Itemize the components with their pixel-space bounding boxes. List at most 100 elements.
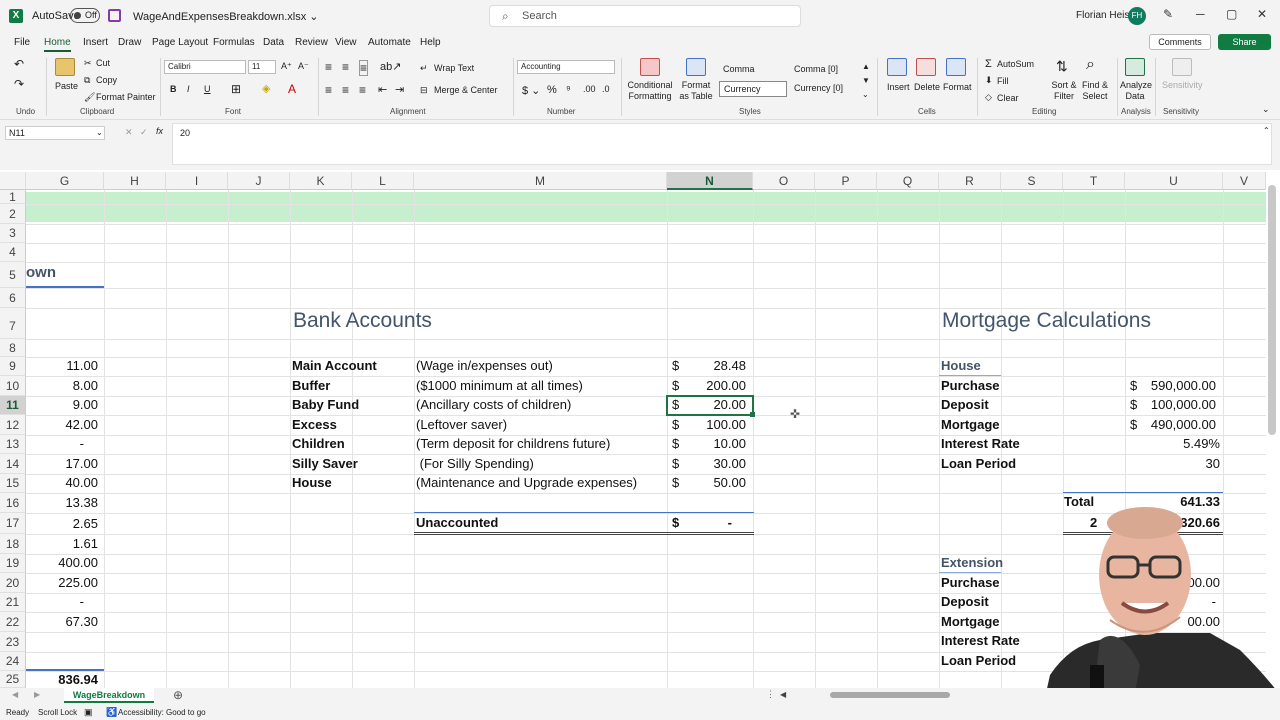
decrease-indent-icon[interactable]: ⇤ <box>378 83 387 96</box>
account-description[interactable]: (Wage in/expenses out) <box>416 357 553 375</box>
mortgage-value[interactable]: 590,000.00 <box>1136 377 1216 395</box>
name-box-dropdown-icon[interactable]: ⌄ <box>96 128 103 137</box>
row-header[interactable]: 2 <box>0 204 26 224</box>
restore-icon[interactable]: ▢ <box>1226 7 1237 21</box>
account-amount[interactable]: 50.00 <box>686 474 746 492</box>
value-cell[interactable]: 225.00 <box>26 574 98 592</box>
account-description[interactable]: (Maintenance and Upgrade expenses) <box>416 474 637 492</box>
value-cell[interactable]: - <box>26 593 84 611</box>
row-header[interactable]: 3 <box>0 224 26 243</box>
row-header[interactable]: 25 <box>0 671 26 688</box>
row-header[interactable]: 19 <box>0 554 26 573</box>
align-right-icon[interactable]: ≡ <box>359 83 366 97</box>
mortgage-value[interactable]: 5.49% <box>1136 435 1220 453</box>
style-comma0[interactable]: Comma [0] <box>790 62 860 78</box>
column-header[interactable]: U <box>1125 172 1223 190</box>
account-amount-selected[interactable]: 20.00 <box>686 396 746 414</box>
share-button[interactable]: Share <box>1218 34 1271 50</box>
extension-label[interactable]: Deposit <box>941 593 989 611</box>
row-header[interactable]: 16 <box>0 493 26 513</box>
align-top-icon[interactable]: ≡ <box>325 60 332 74</box>
column-header[interactable]: G <box>26 172 104 190</box>
column-header[interactable]: K <box>290 172 352 190</box>
autosave-toggle[interactable]: Off <box>70 8 100 23</box>
file-name[interactable]: WageAndExpensesBreakdown.xlsx ⌄ <box>133 10 319 23</box>
merge-center-button[interactable]: Merge & Center <box>434 85 498 95</box>
account-amount[interactable]: 30.00 <box>686 455 746 473</box>
decrease-decimal-icon[interactable]: .0 <box>602 84 610 94</box>
column-header[interactable]: J <box>228 172 290 190</box>
style-currency[interactable]: Currency <box>719 81 787 97</box>
analyze-data-button[interactable]: Analyze Data <box>1120 80 1152 102</box>
mortgage-label[interactable]: Loan Period <box>941 455 1016 473</box>
menu-data[interactable]: Data <box>263 37 284 48</box>
ribbon-collapse-icon[interactable]: ⌄ <box>1262 104 1270 115</box>
font-color-icon[interactable]: A <box>288 82 296 96</box>
row-header[interactable]: 14 <box>0 454 26 474</box>
value-cell[interactable]: 9.00 <box>26 396 98 414</box>
column-header[interactable]: T <box>1063 172 1125 190</box>
row-header[interactable]: 5 <box>0 262 26 288</box>
row-header[interactable]: 20 <box>0 573 26 593</box>
menu-help[interactable]: Help <box>420 37 441 48</box>
autosum-button[interactable]: AutoSum <box>997 59 1034 69</box>
column-header[interactable]: R <box>939 172 1001 190</box>
column-header[interactable]: H <box>104 172 166 190</box>
font-size-dropdown[interactable]: 11 <box>248 60 276 74</box>
menu-page-layout[interactable]: Page Layout <box>152 37 208 48</box>
row-header[interactable]: 24 <box>0 652 26 671</box>
user-name[interactable]: Florian Heise <box>1076 10 1135 21</box>
align-bottom-icon[interactable]: ≡ <box>359 60 369 76</box>
column-header[interactable]: P <box>815 172 877 190</box>
styles-scroll-down-icon[interactable]: ▼ <box>862 76 870 85</box>
mortgage-label[interactable]: Purchase <box>941 377 1000 395</box>
mortgage-label[interactable]: Mortgage <box>941 416 1000 434</box>
value-cell[interactable]: 42.00 <box>26 416 98 434</box>
italic-icon[interactable]: I <box>187 84 190 94</box>
row-header[interactable]: 18 <box>0 534 26 554</box>
value-cell[interactable]: 11.00 <box>26 357 98 375</box>
paste-icon[interactable] <box>55 58 75 76</box>
account-name[interactable]: Buffer <box>292 377 330 395</box>
enter-formula-icon[interactable]: ✓ <box>140 127 148 138</box>
row-header[interactable]: 10 <box>0 376 26 396</box>
account-name[interactable]: Silly Saver <box>292 455 358 473</box>
column-header[interactable]: M <box>414 172 667 190</box>
redo-icon[interactable]: ↷ <box>14 77 24 91</box>
insert-cells-button[interactable]: Insert <box>887 82 910 92</box>
row-header[interactable]: 22 <box>0 612 26 632</box>
menu-home[interactable]: Home <box>44 37 71 52</box>
orientation-icon[interactable]: ab↗ <box>380 60 401 73</box>
cut-button[interactable]: Cut <box>96 58 110 68</box>
value-cell[interactable]: 40.00 <box>26 474 98 492</box>
currency-format-icon[interactable]: $ ⌄ <box>522 84 540 97</box>
delete-cells-button[interactable]: Delete <box>914 82 940 92</box>
column-header[interactable]: S <box>1001 172 1063 190</box>
column-header[interactable]: V <box>1223 172 1266 190</box>
search-box[interactable]: ⌕ Search <box>489 5 801 27</box>
menu-automate[interactable]: Automate <box>368 37 411 48</box>
add-sheet-icon[interactable]: ⊕ <box>173 688 183 702</box>
mortgage-value[interactable]: 490,000.00 <box>1136 416 1216 434</box>
name-box[interactable]: N11 <box>5 126 105 140</box>
vertical-scrollbar[interactable] <box>1268 185 1276 435</box>
row-header[interactable]: 7 <box>0 308 26 339</box>
account-amount[interactable]: 28.48 <box>686 357 746 375</box>
next-sheet-icon[interactable]: ▶ <box>34 690 40 699</box>
row-header[interactable]: 23 <box>0 632 26 652</box>
shrink-font-icon[interactable]: A⁻ <box>298 61 309 72</box>
account-description[interactable]: ($1000 minimum at all times) <box>416 377 583 395</box>
value-cell[interactable]: 1.61 <box>26 535 98 553</box>
account-description[interactable]: (Term deposit for childrens future) <box>416 435 610 453</box>
percent-icon[interactable]: % <box>547 84 557 96</box>
value-cell[interactable]: 400.00 <box>26 554 98 572</box>
mortgage-label[interactable]: Deposit <box>941 396 989 414</box>
underline-icon[interactable]: U <box>204 84 211 94</box>
mortgage-value[interactable]: 30 <box>1136 455 1220 473</box>
unaccounted-amount[interactable]: - <box>686 514 732 532</box>
column-header[interactable]: Q <box>877 172 939 190</box>
row-header[interactable]: 12 <box>0 415 26 435</box>
row-header[interactable]: 6 <box>0 288 26 308</box>
align-middle-icon[interactable]: ≡ <box>342 60 349 74</box>
styles-scroll-up-icon[interactable]: ▲ <box>862 62 870 71</box>
